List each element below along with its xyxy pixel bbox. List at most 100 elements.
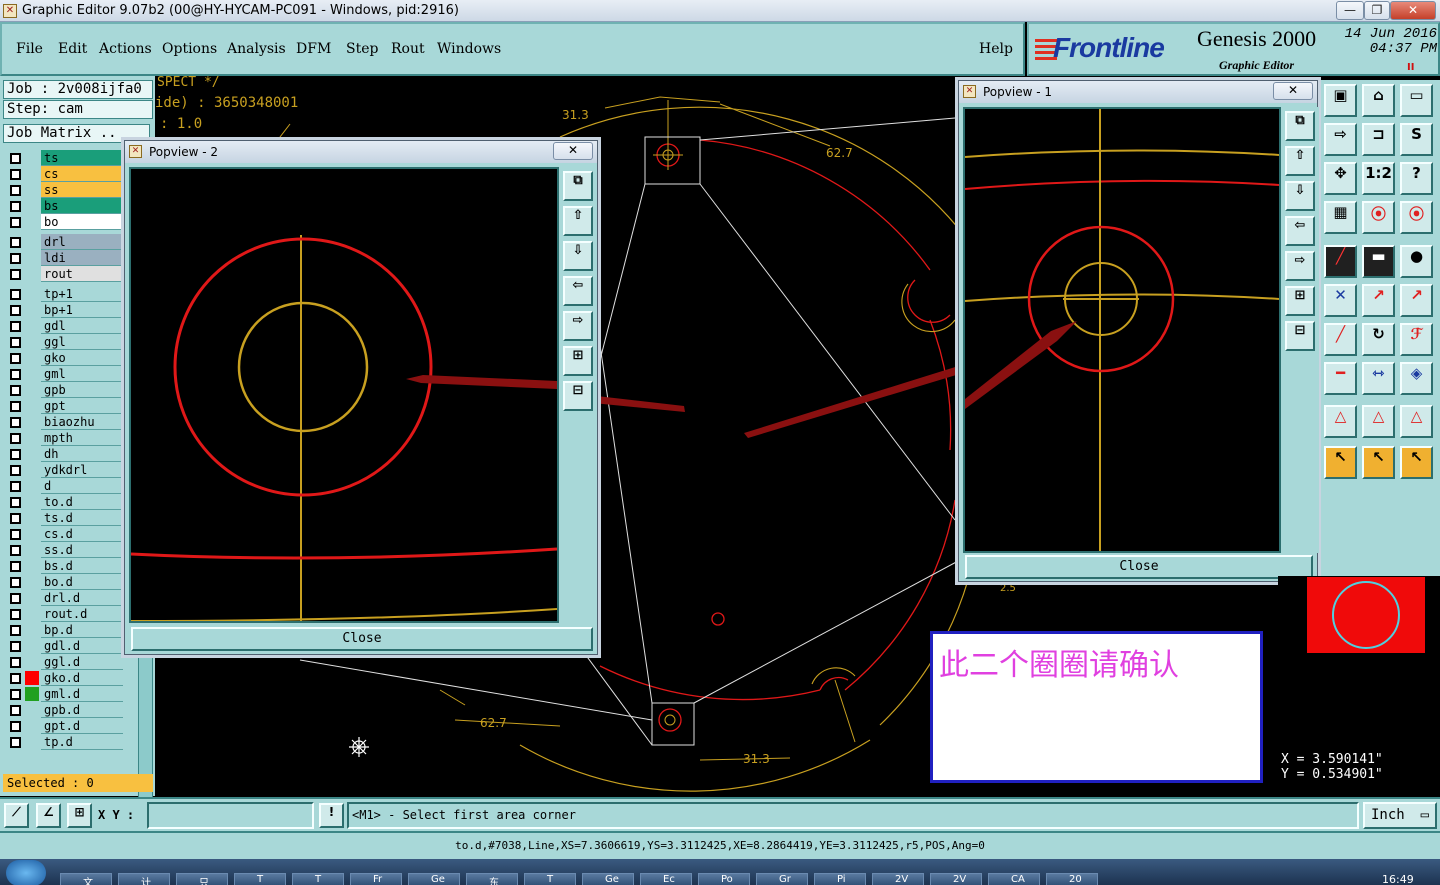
layer-checkbox[interactable]: [10, 449, 21, 460]
layer-row[interactable]: gpb: [3, 382, 125, 398]
tool-measure-up-icon[interactable]: △: [1362, 405, 1395, 438]
layer-row[interactable]: ydkdrl: [3, 462, 125, 478]
tool-connect-icon[interactable]: ↗: [1362, 284, 1395, 317]
layer-checkbox[interactable]: [10, 169, 21, 180]
tool-line-icon[interactable]: ╱: [1324, 323, 1357, 356]
popview-2-close-button[interactable]: Close: [131, 627, 593, 651]
taskbar-task[interactable]: Gr: [756, 873, 808, 885]
snap-angle-icon[interactable]: ∠: [36, 803, 61, 828]
taskbar-task[interactable]: 20: [1046, 873, 1098, 885]
layer-row[interactable]: bo: [3, 214, 125, 230]
tool-pad-icon[interactable]: ●: [1400, 245, 1433, 278]
layer-row[interactable]: gdl.d: [3, 638, 125, 654]
tool-dash-icon[interactable]: ━: [1324, 362, 1357, 395]
layer-checkbox[interactable]: [10, 201, 21, 212]
layer-row[interactable]: bp+1: [3, 302, 125, 318]
taskbar-task[interactable]: T: [292, 873, 344, 885]
tool-ruler-icon[interactable]: ▬: [1362, 245, 1395, 278]
layer-checkbox[interactable]: [10, 337, 21, 348]
layer-checkbox[interactable]: [10, 593, 21, 604]
popview-1-close-button[interactable]: Close: [965, 555, 1313, 579]
layer-checkbox[interactable]: [10, 321, 21, 332]
popview-1-fit-icon[interactable]: ⧉: [1285, 111, 1315, 141]
layer-checkbox[interactable]: [10, 497, 21, 508]
tool-resize-icon[interactable]: ⇿: [1362, 362, 1395, 395]
taskbar-task[interactable]: 2V: [872, 873, 924, 885]
grid-snap-icon[interactable]: ⊞: [67, 803, 92, 828]
layer-row[interactable]: ss.d: [3, 542, 125, 558]
layer-checkbox[interactable]: [10, 237, 21, 248]
tool-move-icon[interactable]: ⇨: [1324, 123, 1357, 156]
menu-windows[interactable]: Windows: [437, 41, 501, 57]
layer-row[interactable]: bs: [3, 198, 125, 214]
layer-row[interactable]: dh: [3, 446, 125, 462]
menu-help[interactable]: Help: [979, 41, 1013, 57]
layer-checkbox[interactable]: [10, 577, 21, 588]
units-selector[interactable]: Inch ▭: [1363, 802, 1437, 829]
layer-checkbox[interactable]: [10, 289, 21, 300]
tool-measure-line-icon[interactable]: △: [1400, 405, 1433, 438]
layer-row[interactable]: gpb.d: [3, 702, 125, 718]
tool-select-alt-icon[interactable]: ↖: [1362, 446, 1395, 479]
tool-cross-icon[interactable]: ✕: [1324, 284, 1357, 317]
layer-row[interactable]: rout: [3, 266, 125, 282]
menu-actions[interactable]: Actions: [99, 41, 152, 57]
layer-checkbox[interactable]: [10, 385, 21, 396]
layer-checkbox[interactable]: [10, 705, 21, 716]
layer-checkbox[interactable]: [10, 269, 21, 280]
tool-select-path-icon[interactable]: ↖: [1400, 446, 1433, 479]
board-preview[interactable]: [1278, 576, 1440, 674]
taskbar-task[interactable]: 只: [176, 873, 228, 885]
layer-row[interactable]: mpth: [3, 430, 125, 446]
popview-2-left-icon[interactable]: ⇦: [563, 276, 593, 306]
layer-row[interactable]: rout.d: [3, 606, 125, 622]
layer-row[interactable]: gko.d: [3, 670, 125, 686]
popview-1-titlebar[interactable]: ✕ Popview - 1 ✕: [959, 81, 1317, 103]
layer-checkbox[interactable]: [10, 253, 21, 264]
layer-checkbox[interactable]: [10, 721, 21, 732]
layer-checkbox[interactable]: [10, 657, 21, 668]
tool-grid-icon[interactable]: ▦: [1324, 201, 1357, 234]
layer-row[interactable]: ts.d: [3, 510, 125, 526]
tool-pan-icon[interactable]: ✥: [1324, 162, 1357, 195]
layer-row[interactable]: gdl: [3, 318, 125, 334]
taskbar-task[interactable]: Fr: [350, 873, 402, 885]
taskbar-task[interactable]: 2V: [930, 873, 982, 885]
xy-input[interactable]: [147, 802, 314, 829]
menu-step[interactable]: Step: [346, 41, 378, 57]
layer-row[interactable]: to.d: [3, 494, 125, 510]
popview-1-up-icon[interactable]: ⇧: [1285, 146, 1315, 176]
layer-row[interactable]: ss: [3, 182, 125, 198]
popview-2-fit-icon[interactable]: ⧉: [563, 171, 593, 201]
layer-checkbox[interactable]: [10, 353, 21, 364]
layer-checkbox[interactable]: [10, 545, 21, 556]
layer-row[interactable]: tp.d: [3, 734, 125, 750]
layer-row[interactable]: gml.d: [3, 686, 125, 702]
tool-split-icon[interactable]: ⊐: [1362, 123, 1395, 156]
popview-2-titlebar[interactable]: ✕ Popview - 2 ✕: [125, 141, 597, 163]
layer-row[interactable]: bo.d: [3, 574, 125, 590]
tool-scale-icon[interactable]: 1:2: [1362, 162, 1395, 195]
layer-row[interactable]: ggl.d: [3, 654, 125, 670]
tool-shapes-icon[interactable]: ◈: [1400, 362, 1433, 395]
tool-text-icon[interactable]: ℱ: [1400, 323, 1433, 356]
layer-checkbox[interactable]: [10, 529, 21, 540]
layer-row[interactable]: ggl: [3, 334, 125, 350]
popview-2-zoom-out-icon[interactable]: ⊟: [563, 381, 593, 411]
layer-row[interactable]: bs.d: [3, 558, 125, 574]
popview-2-canvas[interactable]: [129, 167, 559, 623]
tool-measure-icon[interactable]: △: [1324, 405, 1357, 438]
layer-checkbox[interactable]: [10, 737, 21, 748]
snap-icon[interactable]: ⟋: [4, 803, 29, 828]
layer-checkbox[interactable]: [10, 217, 21, 228]
start-button[interactable]: [6, 860, 46, 885]
tool-window-icon[interactable]: ▭: [1400, 84, 1433, 117]
tool-connect-alt-icon[interactable]: ↗: [1400, 284, 1433, 317]
alert-icon[interactable]: !: [319, 803, 344, 828]
menu-analysis[interactable]: Analysis: [227, 41, 286, 57]
layer-checkbox[interactable]: [10, 609, 21, 620]
job-field[interactable]: Job : 2v008ijfa0: [3, 80, 153, 99]
tool-home-icon[interactable]: ⌂: [1362, 84, 1395, 117]
layer-checkbox[interactable]: [10, 305, 21, 316]
layer-row[interactable]: gml: [3, 366, 125, 382]
